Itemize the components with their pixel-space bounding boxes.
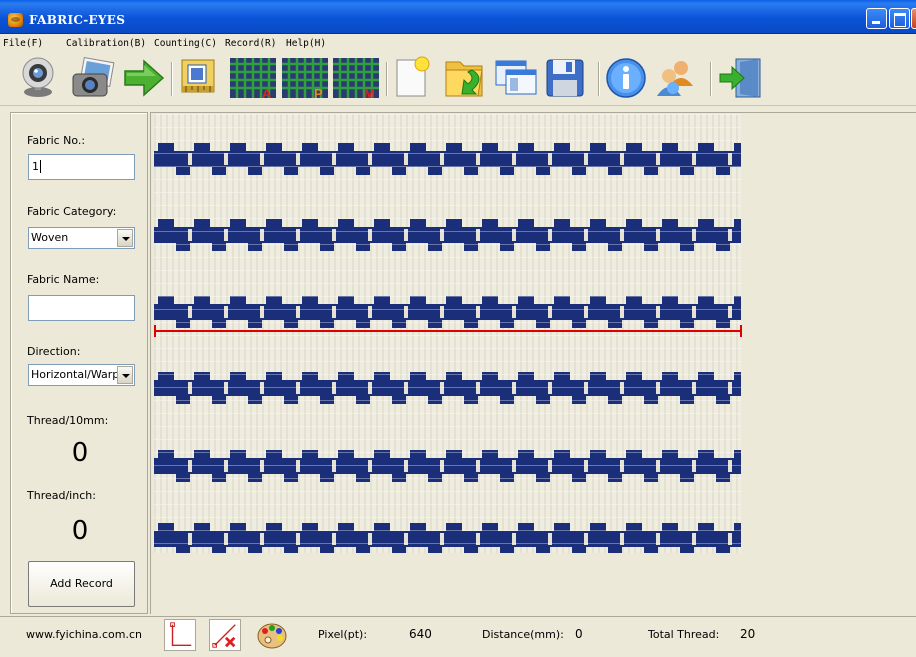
toolbar-separator: [710, 62, 712, 96]
total-thread-label: Total Thread:: [648, 628, 720, 641]
direction-label: Direction:: [27, 345, 81, 358]
chevron-down-icon[interactable]: [117, 229, 133, 247]
fabric-no-label: Fabric No.:: [27, 134, 86, 147]
fabric-category-select[interactable]: Woven: [28, 227, 135, 249]
exit-door-icon[interactable]: [718, 56, 764, 100]
open-folder-icon[interactable]: [442, 56, 488, 100]
chevron-down-icon[interactable]: [117, 366, 133, 384]
minimize-button[interactable]: [866, 8, 887, 29]
count-p-icon[interactable]: P: [281, 56, 329, 100]
fabric-image-canvas: [154, 114, 741, 553]
maximize-button[interactable]: [889, 8, 910, 29]
fabric-name-label: Fabric Name:: [27, 273, 100, 286]
fabric-category-label: Fabric Category:: [27, 205, 117, 218]
count-a-icon[interactable]: A: [229, 56, 277, 100]
grid-letter: M: [364, 86, 375, 100]
close-button[interactable]: [911, 8, 916, 29]
distance-value: 0: [575, 627, 583, 641]
menu-counting[interactable]: Counting(C): [154, 38, 217, 49]
toolbar-separator: [171, 62, 173, 96]
delete-line-tool-button[interactable]: [209, 619, 241, 651]
measure-line[interactable]: [154, 325, 742, 337]
fabric-no-value: 1: [32, 160, 39, 173]
website-text: www.fyichina.com.cn: [26, 628, 143, 641]
app-icon: [8, 13, 23, 27]
fabric-no-input[interactable]: 1: [28, 154, 135, 180]
users-icon[interactable]: [653, 56, 699, 100]
toolbar-separator: [386, 62, 388, 96]
save-disk-icon[interactable]: [544, 56, 586, 100]
thread-inch-label: Thread/inch:: [27, 489, 96, 502]
grid-letter: A: [262, 86, 272, 100]
grid-letter: P: [314, 86, 323, 100]
pixel-value: 640: [409, 627, 432, 641]
toolbar: A P M: [0, 54, 916, 106]
info-icon[interactable]: [604, 56, 648, 100]
total-thread-value: 20: [740, 627, 756, 641]
menu-record[interactable]: Record(R): [225, 38, 276, 49]
pixel-label: Pixel(pt):: [318, 628, 368, 641]
menu-bar: File(F) Calibration(B) Counting(C) Recor…: [0, 34, 916, 54]
menu-calibration[interactable]: Calibration(B): [66, 38, 146, 49]
fabric-image[interactable]: [154, 114, 741, 553]
color-palette-icon[interactable]: [256, 619, 288, 651]
title-bar[interactable]: FABRIC-EYES: [0, 0, 916, 34]
direction-value: Horizontal/Warp: [31, 368, 120, 381]
thread-10mm-value: 0: [71, 438, 89, 468]
menu-help[interactable]: Help(H): [286, 38, 326, 49]
add-record-button[interactable]: Add Record: [28, 561, 135, 607]
photos-icon[interactable]: [70, 56, 118, 100]
window-title: FABRIC-EYES: [29, 13, 126, 27]
distance-label: Distance(mm):: [482, 628, 564, 641]
menu-file[interactable]: File(F): [3, 38, 43, 49]
windows-icon[interactable]: [492, 56, 540, 100]
thread-inch-value: 0: [71, 516, 89, 546]
fabric-category-value: Woven: [31, 231, 69, 244]
draw-line-tool-button[interactable]: [164, 619, 196, 651]
count-m-icon[interactable]: M: [332, 56, 380, 100]
fabric-info-panel: Fabric No.: 1 Fabric Category: Woven Fab…: [10, 112, 148, 614]
thread-10mm-label: Thread/10mm:: [27, 414, 109, 427]
app-window: FABRIC-EYES File(F) Calibration(B) Count…: [0, 0, 916, 657]
new-file-icon[interactable]: [392, 56, 432, 100]
direction-select[interactable]: Horizontal/Warp: [28, 364, 135, 386]
toolbar-separator: [598, 62, 600, 96]
webcam-icon[interactable]: [18, 56, 58, 100]
forward-arrow-icon[interactable]: [122, 56, 166, 100]
fabric-name-input[interactable]: [28, 295, 135, 321]
calibrate-icon[interactable]: [178, 56, 218, 100]
